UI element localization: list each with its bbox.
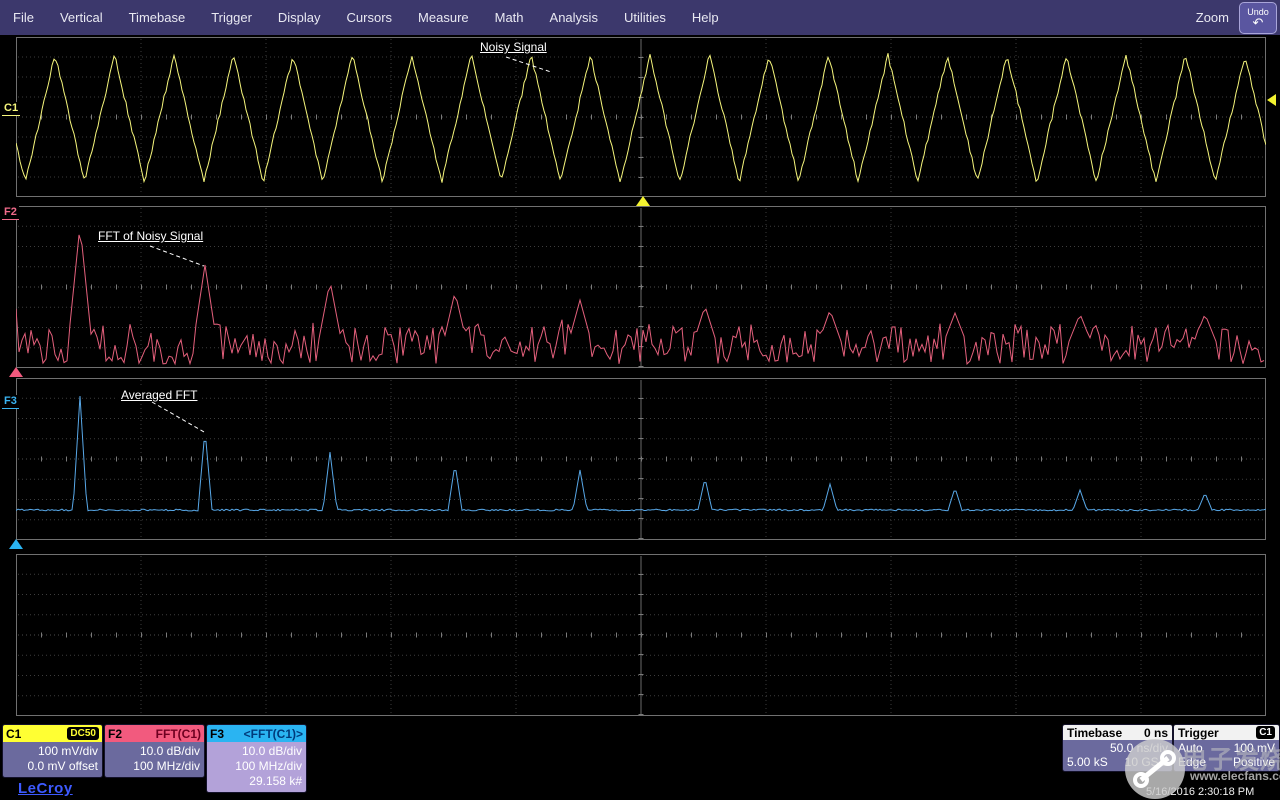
f3-span: 100 MHz/div [211, 759, 302, 774]
annotation-averaged-fft[interactable]: Averaged FFT [118, 388, 200, 402]
timebase-body: 50.0 ns/div 5.00 kS 10 GS/s [1063, 740, 1172, 771]
menu-item-analysis[interactable]: Analysis [537, 0, 611, 35]
descriptor-f3-name: F3 [210, 727, 224, 741]
timebase-header: Timebase 0 ns [1063, 725, 1172, 740]
grid-panel-f3[interactable] [16, 378, 1266, 540]
menu-item-utilities[interactable]: Utilities [611, 0, 679, 35]
descriptor-c1-body: 100 mV/div 0.0 mV offset [3, 742, 102, 777]
descriptor-c1-header: C1 DC50 [3, 725, 102, 742]
timebase-scale: 50.0 ns/div [1110, 741, 1168, 755]
trigger-title: Trigger [1178, 726, 1219, 740]
descriptor-f2-header: F2 FFT(C1) [105, 725, 204, 742]
trigger-source-badge: C1 [1256, 726, 1275, 739]
menu-bar: FileVerticalTimebaseTriggerDisplayCursor… [0, 0, 1280, 35]
menu-item-help[interactable]: Help [679, 0, 732, 35]
trigger-level: 100 mV [1234, 741, 1275, 755]
menu-item-file[interactable]: File [0, 0, 47, 35]
undo-button[interactable]: Undo ↶ [1239, 2, 1277, 34]
timebase-delay: 0 ns [1144, 726, 1168, 740]
lecroy-logo: LeCroy [18, 780, 73, 797]
descriptor-f3-header: F3 <FFT(C1)> [207, 725, 306, 742]
f2-span: 100 MHz/div [109, 759, 200, 774]
f3-scale: 10.0 dB/div [211, 744, 302, 759]
oscilloscope-screen: FileVerticalTimebaseTriggerDisplayCursor… [0, 0, 1280, 800]
grid-panel-empty[interactable] [16, 554, 1266, 716]
descriptor-f2[interactable]: F2 FFT(C1) 10.0 dB/div 100 MHz/div [104, 724, 205, 778]
f3-level-indicator[interactable] [9, 539, 23, 549]
coupling-badge: DC50 [67, 727, 99, 740]
descriptor-f3[interactable]: F3 <FFT(C1)> 10.0 dB/div 100 MHz/div 29.… [206, 724, 307, 793]
trigger-box[interactable]: Trigger C1 Auto 100 mV Edge Positive [1173, 724, 1280, 772]
channel-label-f2[interactable]: F2 [2, 206, 19, 220]
undo-icon: ↶ [1253, 17, 1264, 28]
timebase-title: Timebase [1067, 726, 1122, 740]
trigger-slope: Positive [1233, 755, 1275, 769]
timebase-rate: 10 GS/s [1125, 755, 1168, 769]
c1-scale: 100 mV/div [7, 744, 98, 759]
datetime-display: 5/16/2016 2:30:18 PM [1146, 786, 1254, 798]
menu-item-math[interactable]: Math [482, 0, 537, 35]
menu-item-trigger[interactable]: Trigger [198, 0, 265, 35]
channel-label-f3[interactable]: F3 [2, 395, 19, 409]
zoom-menu[interactable]: Zoom [1196, 10, 1229, 25]
trigger-mode: Auto [1178, 741, 1203, 755]
trace-f2 [16, 235, 1264, 364]
f3-sweeps: 29.158 k# [211, 774, 302, 789]
timebase-box[interactable]: Timebase 0 ns 50.0 ns/div 5.00 kS 10 GS/… [1062, 724, 1173, 772]
menu-item-vertical[interactable]: Vertical [47, 0, 116, 35]
trigger-body: Auto 100 mV Edge Positive [1174, 740, 1279, 771]
grid-panel-c1[interactable] [16, 37, 1266, 197]
f2-level-indicator[interactable] [9, 367, 23, 377]
descriptor-f2-body: 10.0 dB/div 100 MHz/div [105, 742, 204, 777]
descriptor-c1[interactable]: C1 DC50 100 mV/div 0.0 mV offset [2, 724, 103, 778]
annotation-noisy-signal[interactable]: Noisy Signal [477, 40, 550, 54]
channel-label-c1[interactable]: C1 [2, 102, 20, 116]
menu-item-display[interactable]: Display [265, 0, 334, 35]
f2-scale: 10.0 dB/div [109, 744, 200, 759]
menu-item-cursors[interactable]: Cursors [334, 0, 406, 35]
descriptor-c1-name: C1 [6, 727, 21, 741]
menu-item-timebase[interactable]: Timebase [116, 0, 199, 35]
f3-function: <FFT(C1)> [244, 727, 303, 741]
annotation-fft-noisy-signal[interactable]: FFT of Noisy Signal [95, 229, 206, 243]
trigger-position-marker[interactable] [636, 196, 650, 206]
c1-offset: 0.0 mV offset [7, 759, 98, 774]
timebase-samples: 5.00 kS [1067, 755, 1108, 769]
menu-items: FileVerticalTimebaseTriggerDisplayCursor… [0, 0, 732, 35]
descriptor-f3-body: 10.0 dB/div 100 MHz/div 29.158 k# [207, 742, 306, 792]
menu-item-measure[interactable]: Measure [405, 0, 482, 35]
trigger-header: Trigger C1 [1174, 725, 1279, 740]
f2-function: FFT(C1) [156, 727, 201, 741]
c1-level-indicator[interactable] [1267, 94, 1276, 106]
trigger-type: Edge [1178, 755, 1206, 769]
descriptor-f2-name: F2 [108, 727, 122, 741]
